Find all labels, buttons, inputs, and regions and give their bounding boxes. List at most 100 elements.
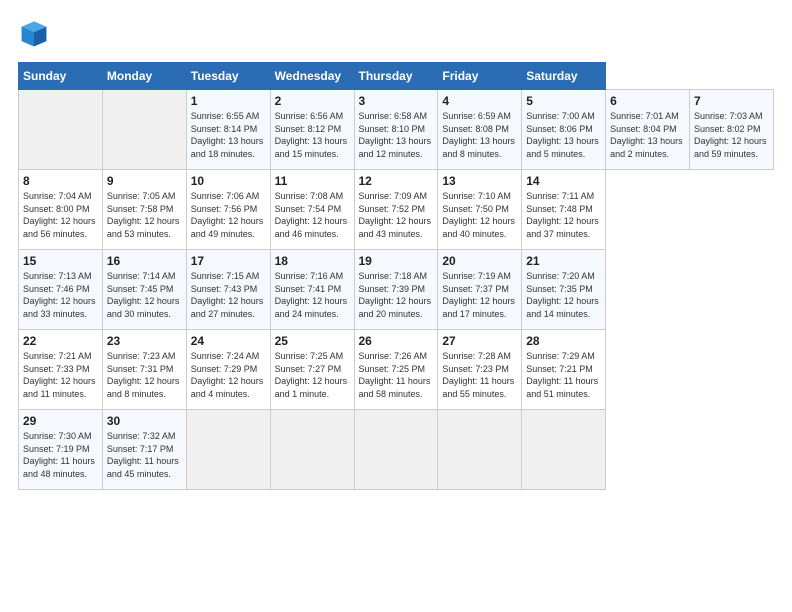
calendar-day-cell [270,410,354,490]
day-info: Sunrise: 7:21 AMSunset: 7:33 PMDaylight:… [23,350,98,400]
calendar-day-cell: 21 Sunrise: 7:20 AMSunset: 7:35 PMDayligh… [522,250,606,330]
calendar-day-cell: 20 Sunrise: 7:19 AMSunset: 7:37 PMDayligh… [438,250,522,330]
day-number: 13 [442,174,517,188]
day-info: Sunrise: 7:26 AMSunset: 7:25 PMDaylight:… [359,350,434,400]
day-number: 17 [191,254,266,268]
header [18,18,774,50]
calendar-day-cell: 10 Sunrise: 7:06 AMSunset: 7:56 PMDayligh… [186,170,270,250]
calendar-day-cell: 26 Sunrise: 7:26 AMSunset: 7:25 PMDayligh… [354,330,438,410]
day-info: Sunrise: 7:00 AMSunset: 8:06 PMDaylight:… [526,110,601,160]
calendar-day-cell: 13 Sunrise: 7:10 AMSunset: 7:50 PMDayligh… [438,170,522,250]
day-number: 6 [610,94,685,108]
day-number: 30 [107,414,182,428]
day-number: 2 [275,94,350,108]
day-info: Sunrise: 7:25 AMSunset: 7:27 PMDaylight:… [275,350,350,400]
calendar-day-cell: 9 Sunrise: 7:05 AMSunset: 7:58 PMDaylight… [102,170,186,250]
day-header-friday: Friday [438,63,522,90]
calendar-day-cell [354,410,438,490]
calendar-day-cell [186,410,270,490]
day-number: 24 [191,334,266,348]
day-number: 1 [191,94,266,108]
day-number: 8 [23,174,98,188]
calendar-day-cell: 1 Sunrise: 6:55 AMSunset: 8:14 PMDaylight… [186,90,270,170]
logo-icon [18,18,50,50]
day-info: Sunrise: 7:15 AMSunset: 7:43 PMDaylight:… [191,270,266,320]
calendar-day-cell: 28 Sunrise: 7:29 AMSunset: 7:21 PMDayligh… [522,330,606,410]
day-info: Sunrise: 7:16 AMSunset: 7:41 PMDaylight:… [275,270,350,320]
day-info: Sunrise: 6:56 AMSunset: 8:12 PMDaylight:… [275,110,350,160]
day-number: 28 [526,334,601,348]
calendar-day-cell [438,410,522,490]
day-info: Sunrise: 7:10 AMSunset: 7:50 PMDaylight:… [442,190,517,240]
day-info: Sunrise: 7:05 AMSunset: 7:58 PMDaylight:… [107,190,182,240]
day-info: Sunrise: 6:55 AMSunset: 8:14 PMDaylight:… [191,110,266,160]
day-number: 18 [275,254,350,268]
calendar-day-cell: 7Sunrise: 7:03 AMSunset: 8:02 PMDaylight… [690,90,774,170]
day-info: Sunrise: 7:08 AMSunset: 7:54 PMDaylight:… [275,190,350,240]
calendar-day-cell: 6Sunrise: 7:01 AMSunset: 8:04 PMDaylight… [606,90,690,170]
day-header-sunday: Sunday [19,63,103,90]
logo [18,18,54,50]
day-info: Sunrise: 7:18 AMSunset: 7:39 PMDaylight:… [359,270,434,320]
day-info: Sunrise: 7:19 AMSunset: 7:37 PMDaylight:… [442,270,517,320]
calendar-day-cell: 12 Sunrise: 7:09 AMSunset: 7:52 PMDayligh… [354,170,438,250]
calendar-day-cell: 22 Sunrise: 7:21 AMSunset: 7:33 PMDayligh… [19,330,103,410]
day-header-thursday: Thursday [354,63,438,90]
calendar-day-cell: 27 Sunrise: 7:28 AMSunset: 7:23 PMDayligh… [438,330,522,410]
day-number: 20 [442,254,517,268]
day-number: 16 [107,254,182,268]
calendar-day-cell: 15 Sunrise: 7:13 AMSunset: 7:46 PMDayligh… [19,250,103,330]
calendar-day-cell [19,90,103,170]
day-number: 3 [359,94,434,108]
calendar-day-cell: 19 Sunrise: 7:18 AMSunset: 7:39 PMDayligh… [354,250,438,330]
day-info: Sunrise: 7:32 AMSunset: 7:17 PMDaylight:… [107,430,182,480]
calendar-week-row: 22 Sunrise: 7:21 AMSunset: 7:33 PMDayligh… [19,330,774,410]
day-number: 23 [107,334,182,348]
calendar-day-cell: 25Sunrise: 7:25 AMSunset: 7:27 PMDayligh… [270,330,354,410]
day-number: 29 [23,414,98,428]
day-number: 26 [359,334,434,348]
calendar-day-cell: 23 Sunrise: 7:23 AMSunset: 7:31 PMDayligh… [102,330,186,410]
day-number: 15 [23,254,98,268]
day-info: Sunrise: 6:58 AMSunset: 8:10 PMDaylight:… [359,110,434,160]
day-number: 12 [359,174,434,188]
day-number: 11 [275,174,350,188]
page: SundayMondayTuesdayWednesdayThursdayFrid… [0,0,792,500]
day-number: 19 [359,254,434,268]
day-info: Sunrise: 7:14 AMSunset: 7:45 PMDaylight:… [107,270,182,320]
day-header-monday: Monday [102,63,186,90]
calendar-week-row: 1 Sunrise: 6:55 AMSunset: 8:14 PMDaylight… [19,90,774,170]
day-number: 9 [107,174,182,188]
day-number: 27 [442,334,517,348]
calendar-day-cell: 3 Sunrise: 6:58 AMSunset: 8:10 PMDaylight… [354,90,438,170]
calendar-day-cell: 16 Sunrise: 7:14 AMSunset: 7:45 PMDayligh… [102,250,186,330]
day-info: Sunrise: 7:11 AMSunset: 7:48 PMDaylight:… [526,190,601,240]
calendar-day-cell: 17 Sunrise: 7:15 AMSunset: 7:43 PMDayligh… [186,250,270,330]
day-info: Sunrise: 7:20 AMSunset: 7:35 PMDaylight:… [526,270,601,320]
calendar-day-cell: 24 Sunrise: 7:24 AMSunset: 7:29 PMDayligh… [186,330,270,410]
day-info: Sunrise: 7:09 AMSunset: 7:52 PMDaylight:… [359,190,434,240]
day-info: Sunrise: 7:24 AMSunset: 7:29 PMDaylight:… [191,350,266,400]
calendar-day-cell: 5Sunrise: 7:00 AMSunset: 8:06 PMDaylight… [522,90,606,170]
calendar-week-row: 15 Sunrise: 7:13 AMSunset: 7:46 PMDayligh… [19,250,774,330]
day-number: 21 [526,254,601,268]
day-number: 10 [191,174,266,188]
day-info: Sunrise: 7:28 AMSunset: 7:23 PMDaylight:… [442,350,517,400]
calendar-day-cell: 4Sunrise: 6:59 AMSunset: 8:08 PMDaylight… [438,90,522,170]
day-header-saturday: Saturday [522,63,606,90]
day-number: 14 [526,174,601,188]
day-info: Sunrise: 7:13 AMSunset: 7:46 PMDaylight:… [23,270,98,320]
calendar-day-cell: 29 Sunrise: 7:30 AMSunset: 7:19 PMDayligh… [19,410,103,490]
day-info: Sunrise: 7:30 AMSunset: 7:19 PMDaylight:… [23,430,98,480]
calendar-day-cell: 30 Sunrise: 7:32 AMSunset: 7:17 PMDayligh… [102,410,186,490]
calendar-day-cell: 11 Sunrise: 7:08 AMSunset: 7:54 PMDayligh… [270,170,354,250]
day-header-tuesday: Tuesday [186,63,270,90]
calendar-header-row: SundayMondayTuesdayWednesdayThursdayFrid… [19,63,774,90]
day-info: Sunrise: 7:06 AMSunset: 7:56 PMDaylight:… [191,190,266,240]
day-info: Sunrise: 7:23 AMSunset: 7:31 PMDaylight:… [107,350,182,400]
calendar-table: SundayMondayTuesdayWednesdayThursdayFrid… [18,62,774,490]
day-info: Sunrise: 7:29 AMSunset: 7:21 PMDaylight:… [526,350,601,400]
day-number: 22 [23,334,98,348]
day-info: Sunrise: 7:03 AMSunset: 8:02 PMDaylight:… [694,110,769,160]
calendar-day-cell: 2 Sunrise: 6:56 AMSunset: 8:12 PMDaylight… [270,90,354,170]
